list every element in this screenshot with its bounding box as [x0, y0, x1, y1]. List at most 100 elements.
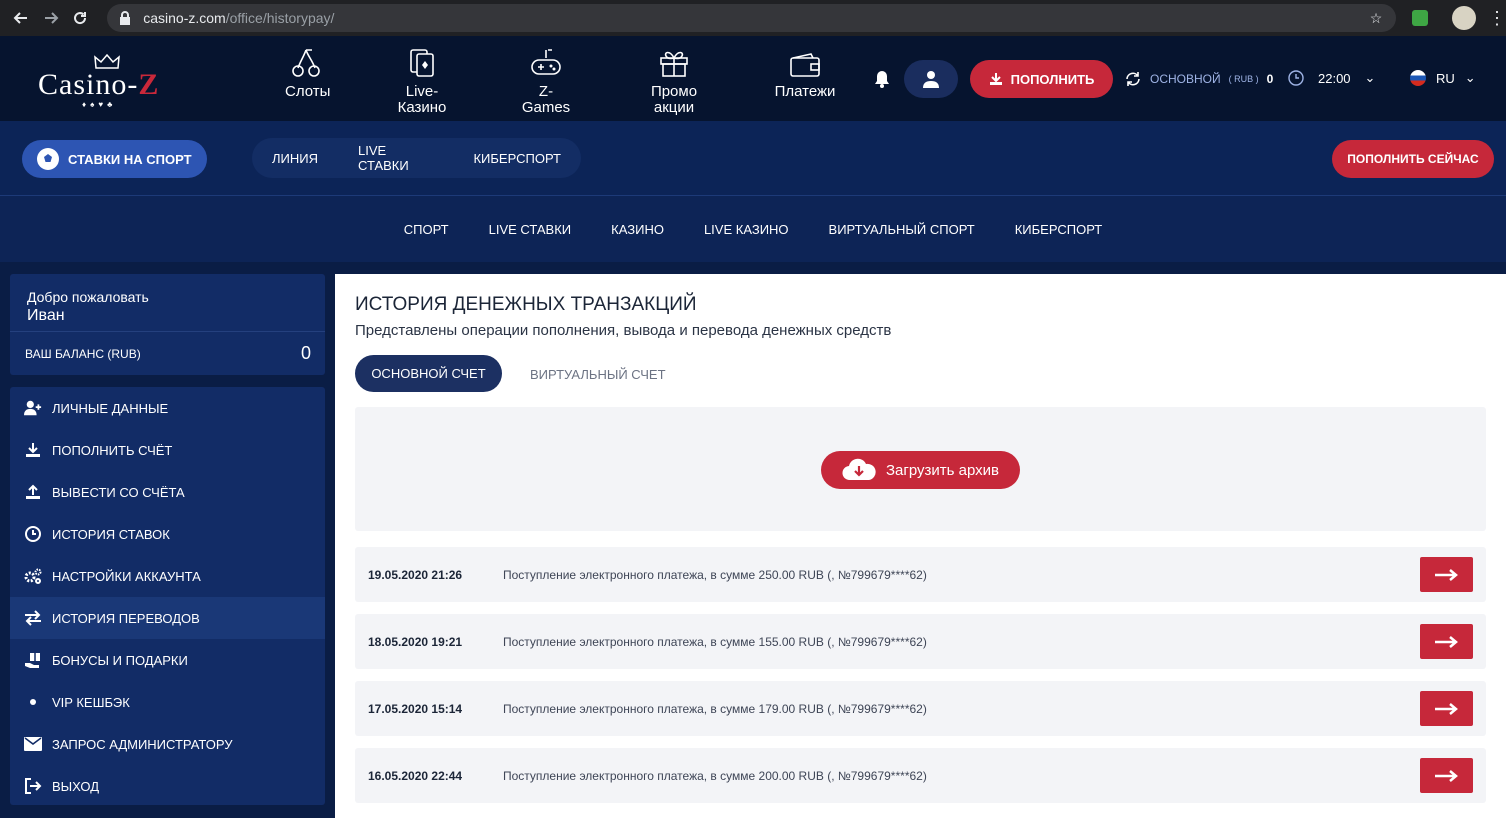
- menu-label: ИСТОРИЯ ПЕРЕВОДОВ: [52, 610, 200, 626]
- download-icon: [24, 441, 42, 459]
- browser-menu-icon[interactable]: ⋮: [1488, 8, 1506, 29]
- transaction-description: Поступление электронного платежа, в сумм…: [503, 635, 927, 649]
- transaction-details-button[interactable]: [1420, 758, 1473, 793]
- gift-hand-icon: [24, 651, 42, 669]
- menu-bet-history[interactable]: ИСТОРИЯ СТАВОК: [10, 513, 325, 555]
- reload-icon[interactable]: [66, 3, 96, 33]
- nav-z-games[interactable]: Z- Games: [518, 48, 574, 116]
- account-balance-selector[interactable]: ОСНОВНОЙ ( RUB ) 0: [1124, 70, 1273, 88]
- deposit-label: ПОПОЛНИТЬ: [1010, 71, 1095, 87]
- address-bar[interactable]: casino-z.com /office/historypay/ ☆: [107, 4, 1397, 32]
- time-selector[interactable]: 22:00 ⌄: [1288, 70, 1375, 86]
- chevron-down-icon: ⌄: [1364, 70, 1376, 85]
- menu-transfer-history[interactable]: ИСТОРИЯ ПЕРЕВОДОВ: [10, 597, 325, 639]
- nav-label: Z-: [538, 83, 554, 100]
- welcome-card: Добро пожаловать Иван ВАШ БАЛАНС (RUB) 0: [10, 274, 325, 375]
- menu-withdraw[interactable]: ВЫВЕСТИ СО СЧЁТА: [10, 471, 325, 513]
- download-icon: [989, 73, 1002, 85]
- menu-deposit[interactable]: ПОПОЛНИТЬ СЧЁТ: [10, 429, 325, 471]
- arrow-right-icon: [1434, 635, 1458, 648]
- nav-payments[interactable]: Платежи: [772, 48, 838, 100]
- deposit-button[interactable]: ПОПОЛНИТЬ: [970, 60, 1113, 98]
- balance-label: ВАШ БАЛАНС (RUB): [25, 347, 141, 361]
- sub-nav-casino[interactable]: КАЗИНО: [611, 222, 664, 237]
- menu-label: VIP КЕШБЭК: [52, 694, 130, 710]
- balance-value: 0: [300, 343, 311, 363]
- refresh-icon[interactable]: [1124, 70, 1142, 88]
- transaction-date: 16.05.2020 22:44: [368, 769, 463, 783]
- nav-label: Live-: [405, 83, 439, 100]
- sport-bar: СТАВКИ НА СПОРТ ЛИНИЯ LIVE СТАВКИ КИБЕРС…: [0, 121, 1506, 195]
- casino-z-logo[interactable]: Casino-Z ♦♠♥♣: [38, 54, 178, 109]
- nav-promo[interactable]: Промо акции: [646, 48, 702, 116]
- menu-account-settings[interactable]: НАСТРОЙКИ АККАУНТА: [10, 555, 325, 597]
- page-title: ИСТОРИЯ ДЕНЕЖНЫХ ТРАНЗАКЦИЙ: [355, 294, 697, 315]
- download-archive-button[interactable]: Загрузить архив: [821, 451, 1020, 489]
- russia-flag-icon: [1410, 70, 1426, 86]
- transaction-row: 17.05.2020 15:14 Поступление электронног…: [355, 681, 1486, 736]
- tab-virtual-account[interactable]: ВИРТУАЛЬНЫЙ СЧЕТ: [530, 367, 666, 382]
- sub-nav-sport[interactable]: СПОРТ: [404, 222, 449, 237]
- language-selector[interactable]: RU ⌄: [1410, 70, 1476, 86]
- logout-icon: [24, 777, 42, 795]
- menu-label: ВЫХОД: [52, 778, 100, 794]
- transaction-row: 16.05.2020 22:44 Поступление электронног…: [355, 748, 1486, 803]
- extension-icon[interactable]: [1412, 10, 1429, 26]
- upload-icon: [24, 483, 42, 501]
- transaction-details-button[interactable]: [1420, 624, 1473, 659]
- welcome-text: Добро пожаловать: [27, 289, 149, 305]
- bookmark-star-icon[interactable]: ☆: [1370, 10, 1383, 27]
- transaction-row: 18.05.2020 19:21 Поступление электронног…: [355, 614, 1486, 669]
- back-icon[interactable]: [6, 3, 36, 33]
- dot-icon: [24, 693, 42, 711]
- cherries-icon: [285, 48, 327, 78]
- tab-line[interactable]: ЛИНИЯ: [252, 151, 338, 166]
- menu-admin-request[interactable]: ЗАПРОС АДМИНИСТРАТОРУ: [10, 723, 325, 765]
- transaction-description: Поступление электронного платежа, в сумм…: [503, 769, 927, 783]
- transaction-details-button[interactable]: [1420, 557, 1473, 592]
- arrow-right-icon: [1434, 702, 1458, 715]
- sub-nav: СПОРТ LIVE СТАВКИ КАЗИНО LIVE КАЗИНО ВИР…: [0, 195, 1506, 262]
- bell-icon[interactable]: [874, 70, 890, 93]
- language-code: RU: [1436, 70, 1455, 86]
- nav-label: Промо: [650, 83, 698, 100]
- tab-main-account[interactable]: ОСНОВНОЙ СЧЕТ: [355, 355, 502, 392]
- user-profile-button[interactable]: [904, 60, 958, 98]
- browser-toolbar: casino-z.com /office/historypay/ ☆ ⋮: [0, 0, 1506, 36]
- menu-vip-cashback[interactable]: VIP КЕШБЭК: [10, 681, 325, 723]
- clock-icon: [1288, 70, 1304, 86]
- nav-slots[interactable]: Слоты: [285, 48, 330, 100]
- account-label: ОСНОВНОЙ: [1150, 72, 1221, 86]
- divider: [10, 331, 325, 332]
- tab-esports[interactable]: КИБЕРСПОРТ: [453, 151, 581, 166]
- url-path: /office/historypay/: [225, 10, 335, 26]
- nav-live-casino[interactable]: Live- Казино: [394, 48, 450, 116]
- nav-label: Платежи: [774, 83, 836, 100]
- transaction-date: 17.05.2020 15:14: [368, 702, 463, 716]
- transaction-details-button[interactable]: [1420, 691, 1473, 726]
- gamepad-icon: [518, 48, 574, 78]
- account-amount: 0: [1266, 72, 1274, 86]
- menu-logout[interactable]: ВЫХОД: [10, 765, 325, 807]
- menu-bonuses[interactable]: БОНУСЫ И ПОДАРКИ: [10, 639, 325, 681]
- transaction-description: Поступление электронного платежа, в сумм…: [503, 702, 927, 716]
- deposit-now-button[interactable]: ПОПОЛНИТЬ СЕЙЧАС: [1332, 140, 1494, 178]
- logo-suits: ♦♠♥♣: [82, 100, 117, 109]
- archive-panel: Загрузить архив: [355, 407, 1486, 531]
- menu-label: ИСТОРИЯ СТАВОК: [52, 526, 170, 542]
- profile-avatar[interactable]: [1452, 6, 1476, 30]
- sub-nav-live-bets[interactable]: LIVE СТАВКИ: [489, 222, 572, 237]
- sub-nav-virtual-sport[interactable]: ВИРТУАЛЬНЫЙ СПОРТ: [829, 222, 975, 237]
- tab-live-bets[interactable]: LIVE СТАВКИ: [338, 143, 453, 173]
- sport-bets-button[interactable]: СТАВКИ НА СПОРТ: [22, 140, 207, 178]
- clock-icon: [24, 525, 42, 543]
- user-plus-icon: [24, 399, 42, 417]
- cloud-download-icon: [842, 458, 876, 481]
- envelope-icon: [24, 735, 42, 753]
- nav-label: Казино: [397, 99, 447, 116]
- sub-nav-esports[interactable]: КИБЕРСПОРТ: [1015, 222, 1103, 237]
- forward-icon[interactable]: [36, 3, 66, 33]
- gears-icon: [24, 567, 42, 585]
- sub-nav-live-casino[interactable]: LIVE КАЗИНО: [704, 222, 789, 237]
- menu-personal-data[interactable]: ЛИЧНЫЕ ДАННЫЕ: [10, 387, 325, 429]
